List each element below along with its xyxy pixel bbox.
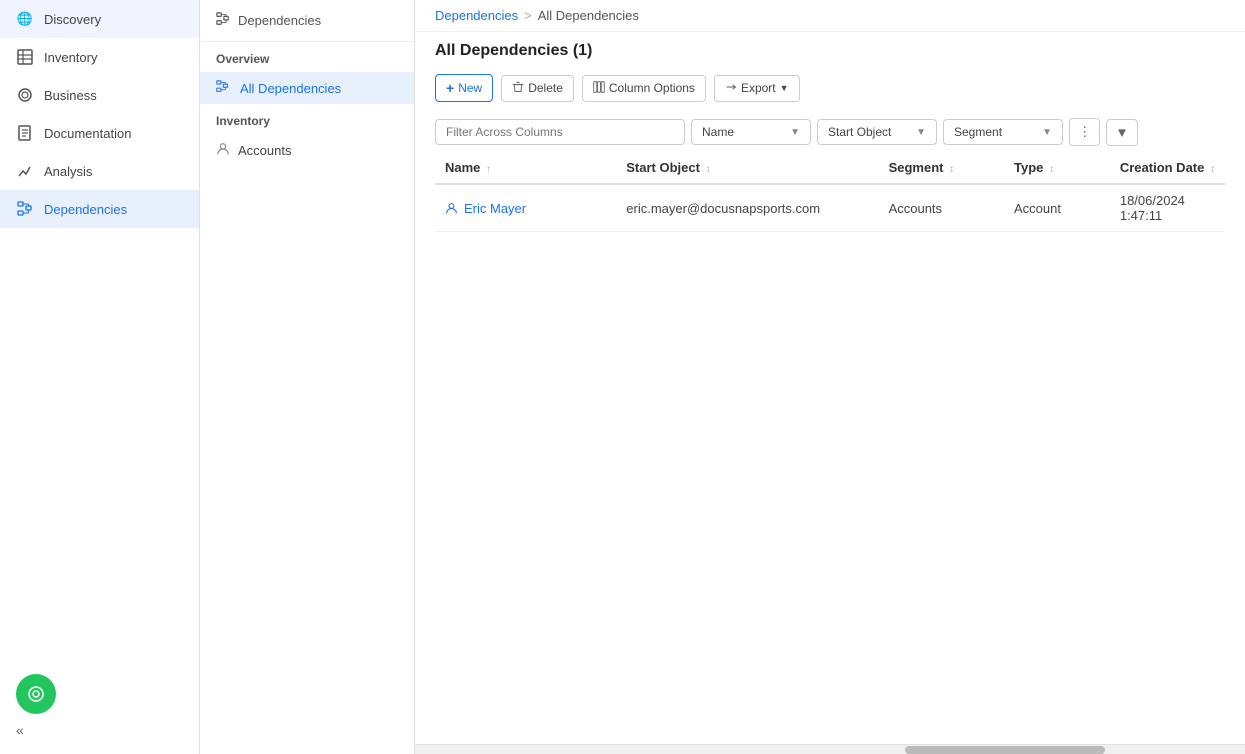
nav-item-dependencies[interactable]: Dependencies: [0, 190, 199, 228]
overview-section-label: Overview: [200, 42, 414, 72]
name-filter-chevron-icon: ▼: [790, 127, 800, 138]
nav-label-business: Business: [44, 88, 97, 103]
export-chevron-icon: ▼: [780, 83, 789, 93]
filter-expand-button[interactable]: ▼: [1106, 119, 1137, 146]
dependencies-header-icon: [216, 12, 230, 29]
new-button[interactable]: + New: [435, 74, 493, 102]
breadcrumb: Dependencies > All Dependencies: [415, 0, 1245, 32]
nav-label-documentation: Documentation: [44, 126, 131, 141]
table-row[interactable]: Eric Mayereric.mayer@docusnapsports.comA…: [435, 184, 1225, 232]
col-header-type[interactable]: Type ↕: [1004, 152, 1110, 184]
cell-start-object: eric.mayer@docusnapsports.com: [616, 184, 878, 232]
all-dependencies-icon: [216, 80, 232, 96]
all-dependencies-label: All Dependencies: [240, 81, 341, 96]
segment-sort-icon: ↕: [949, 164, 954, 175]
main-content: Dependencies > All Dependencies All Depe…: [415, 0, 1245, 754]
documentation-icon: [16, 124, 34, 142]
analysis-icon: [16, 162, 34, 180]
middle-panel-title: Dependencies: [238, 13, 321, 28]
filter-more-button[interactable]: ⋮: [1069, 118, 1100, 146]
name-sort-icon: ↑: [486, 164, 491, 175]
nav-label-analysis: Analysis: [44, 164, 92, 179]
start-object-chevron-icon: ▼: [916, 127, 926, 138]
start-object-filter-dropdown[interactable]: Start Object ▼: [817, 119, 937, 145]
middle-panel-header: Dependencies: [200, 0, 414, 42]
nav-item-business[interactable]: Business: [0, 76, 199, 114]
segment-chevron-icon: ▼: [1042, 127, 1052, 138]
nav-label-inventory: Inventory: [44, 50, 97, 65]
nav-label-dependencies: Dependencies: [44, 202, 127, 217]
filter-row: Name ▼ Start Object ▼ Segment ▼ ⋮ ▼: [435, 112, 1225, 152]
accounts-label: Accounts: [238, 143, 291, 158]
content-toolbar: All Dependencies (1): [435, 32, 1225, 64]
cell-creation-date: 18/06/2024 1:47:11: [1110, 184, 1225, 232]
nav-collapse-button[interactable]: «: [16, 722, 24, 738]
horizontal-scrollbar[interactable]: [415, 744, 1245, 754]
middle-item-all-dependencies[interactable]: All Dependencies: [200, 72, 414, 104]
scrollbar-thumb[interactable]: [905, 746, 1105, 754]
cell-type: Account: [1004, 184, 1110, 232]
start-object-sort-icon: ↕: [706, 164, 711, 175]
discovery-icon: 🌐: [16, 10, 34, 28]
col-header-name[interactable]: Name ↑: [435, 152, 616, 184]
inventory-section-label: Inventory: [200, 104, 414, 134]
segment-filter-dropdown[interactable]: Segment ▼: [943, 119, 1063, 145]
delete-button[interactable]: Delete: [501, 75, 574, 102]
col-header-creation-date[interactable]: Creation Date ↕: [1110, 152, 1225, 184]
creation-date-sort-icon: ↕: [1210, 164, 1215, 175]
cell-segment: Accounts: [879, 184, 1004, 232]
row-person-icon: [445, 202, 458, 215]
middle-item-accounts[interactable]: Accounts: [200, 134, 414, 167]
action-bar: + New Delete Column Options Export: [435, 64, 1225, 112]
business-icon: [16, 86, 34, 104]
breadcrumb-parent[interactable]: Dependencies: [435, 8, 518, 23]
col-header-segment[interactable]: Segment ↕: [879, 152, 1004, 184]
nav-item-documentation[interactable]: Documentation: [0, 114, 199, 152]
left-navigation: 🌐 Discovery Inventory Business Documenta…: [0, 0, 200, 754]
page-title: All Dependencies (1): [435, 42, 592, 60]
export-icon: [725, 81, 737, 96]
breadcrumb-separator: >: [524, 8, 532, 23]
nav-item-inventory[interactable]: Inventory: [0, 38, 199, 76]
dependencies-icon: [16, 200, 34, 218]
filter-input[interactable]: [435, 119, 685, 145]
columns-icon: [593, 81, 605, 96]
name-filter-dropdown[interactable]: Name ▼: [691, 119, 811, 145]
cell-name: Eric Mayer: [435, 184, 616, 232]
accounts-person-icon: [216, 142, 230, 159]
fab-button[interactable]: [16, 674, 56, 714]
export-button[interactable]: Export ▼: [714, 75, 800, 102]
column-options-button[interactable]: Column Options: [582, 75, 706, 102]
data-table: Name ↑ Start Object ↕ Segment ↕ Type ↕: [435, 152, 1225, 232]
type-sort-icon: ↕: [1049, 164, 1054, 175]
trash-icon: [512, 81, 524, 96]
middle-panel: Dependencies Overview All Dependencies I…: [200, 0, 415, 754]
plus-icon: +: [446, 80, 454, 96]
inventory-icon: [16, 48, 34, 66]
col-header-start-object[interactable]: Start Object ↕: [616, 152, 878, 184]
content-area: All Dependencies (1) + New Delete Column…: [415, 32, 1245, 744]
breadcrumb-current: All Dependencies: [538, 8, 639, 23]
nav-item-discovery[interactable]: 🌐 Discovery: [0, 0, 199, 38]
nav-item-analysis[interactable]: Analysis: [0, 152, 199, 190]
nav-label-discovery: Discovery: [44, 12, 101, 27]
